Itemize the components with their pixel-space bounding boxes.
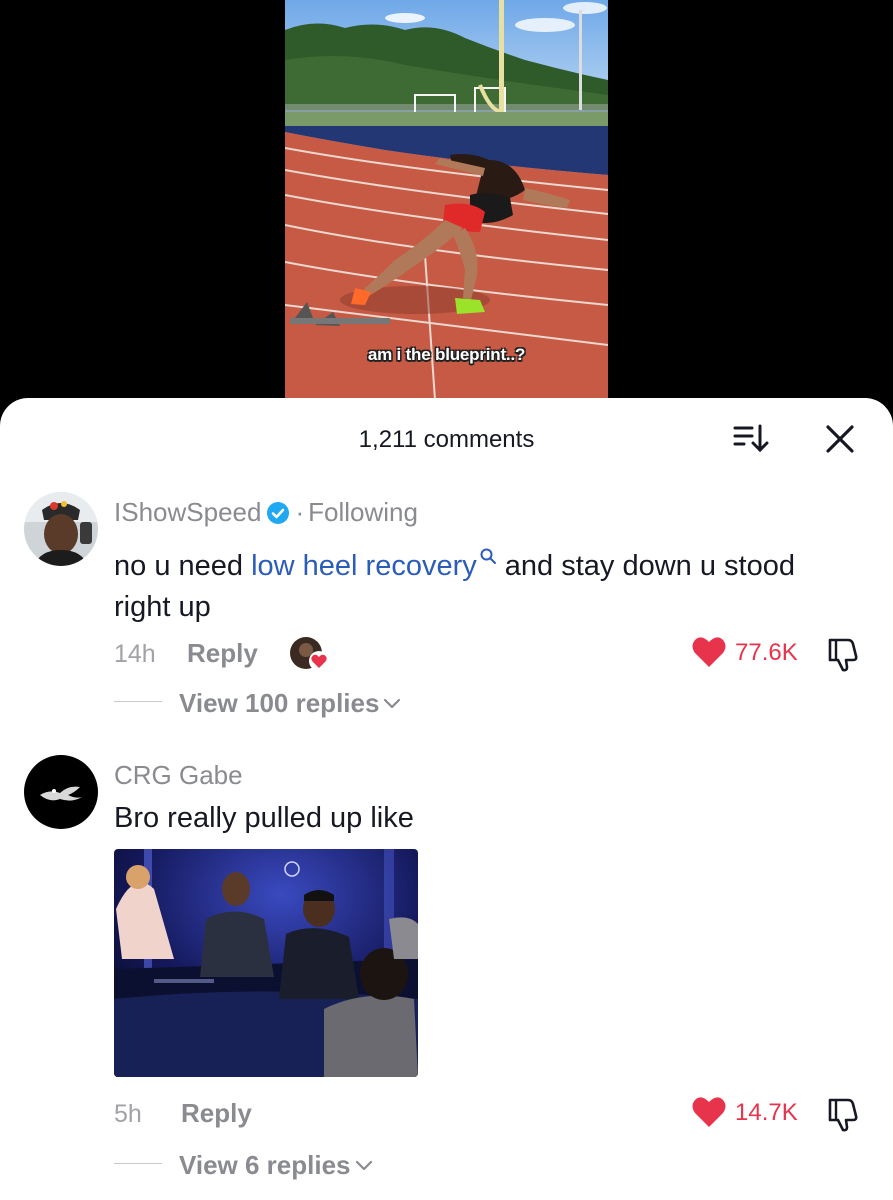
search-icon	[479, 536, 497, 577]
video-player[interactable]: am i the blueprint..?	[285, 0, 608, 400]
search-keyword-link[interactable]: low heel recovery	[251, 548, 497, 582]
comment-username[interactable]: CRG Gabe	[114, 760, 243, 790]
sort-button[interactable]	[730, 422, 772, 456]
comment-text: Bro really pulled up like	[114, 802, 414, 834]
avatar[interactable]	[24, 492, 98, 566]
like-button[interactable]: 14.7K	[691, 1095, 801, 1131]
comment-text: no u need low heel recovery and stay dow…	[114, 536, 854, 628]
heart-icon	[692, 1097, 726, 1127]
creator-avatar-heart-icon	[290, 637, 329, 671]
like-count: 14.7K	[735, 1099, 798, 1126]
dislike-button[interactable]	[826, 636, 860, 672]
video-frame	[285, 0, 608, 400]
chevron-down-icon	[355, 1148, 373, 1179]
view-replies-label: View 6 replies	[179, 1150, 351, 1180]
close-icon	[826, 425, 854, 453]
avatar[interactable]	[24, 755, 98, 829]
avatar-image	[24, 755, 98, 829]
like-button[interactable]: 77.6K	[691, 635, 801, 671]
comment-username[interactable]: IShowSpeed	[114, 497, 261, 527]
following-label: Following	[308, 497, 418, 527]
verified-badge-icon	[267, 500, 290, 531]
creator-liked-badge	[288, 636, 332, 674]
attached-image	[114, 849, 418, 1077]
comments-sheet: 1,211 comments IShowSpeed · Following no…	[0, 398, 893, 1200]
comment-time: 5h	[114, 1100, 142, 1128]
comments-header: 1,211 comments	[0, 398, 893, 480]
dislike-button[interactable]	[826, 1096, 860, 1132]
comment-author-row: IShowSpeed · Following	[114, 497, 418, 531]
separator-dot: ·	[295, 497, 305, 527]
chevron-down-icon	[383, 686, 401, 717]
comment-text-part: no u need	[114, 550, 252, 582]
reply-thread-line	[114, 1163, 162, 1164]
keyword-text: low heel recovery	[251, 550, 477, 582]
view-replies-button[interactable]: View 6 replies	[114, 1144, 414, 1184]
video-caption: am i the blueprint..?	[367, 345, 526, 364]
comment-image-attachment[interactable]	[114, 849, 418, 1077]
sort-icon	[733, 424, 769, 453]
reply-button[interactable]: Reply	[181, 1098, 252, 1129]
reply-thread-line	[114, 701, 162, 702]
heart-icon	[692, 637, 726, 667]
thumbs-down-icon	[828, 1098, 858, 1132]
avatar-image	[24, 492, 98, 566]
close-button[interactable]	[820, 420, 860, 458]
view-replies-label: View 100 replies	[179, 688, 380, 718]
comment-item: CRG Gabe Bro really pulled up like 5h Re…	[0, 755, 893, 1200]
reply-button[interactable]: Reply	[187, 638, 258, 669]
view-replies-button[interactable]: View 100 replies	[114, 682, 434, 722]
comment-author-row: CRG Gabe	[114, 760, 243, 791]
comment-time: 14h	[114, 640, 156, 668]
like-count: 77.6K	[735, 639, 798, 666]
thumbs-down-icon	[828, 638, 858, 672]
